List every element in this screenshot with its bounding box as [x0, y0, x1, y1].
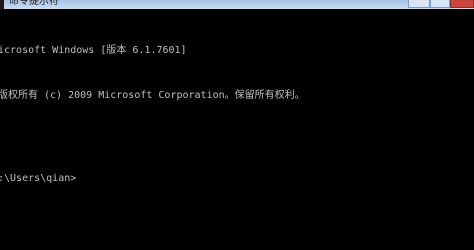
close-button[interactable] [450, 0, 474, 8]
minimize-button[interactable] [408, 0, 430, 8]
console-output[interactable]: icrosoft Windows [版本 6.1.7601] 版权所有 (c) … [0, 13, 474, 216]
maximize-button[interactable] [430, 0, 450, 8]
title-bar[interactable]: 命令提示符 [0, 0, 474, 9]
version-line: icrosoft Windows [版本 6.1.7601] [0, 45, 187, 56]
copyright-line: 版权所有 (c) 2009 Microsoft Corporation。保留所有… [0, 90, 305, 101]
window-title: 命令提示符 [9, 0, 59, 7]
command-prompt-window: 命令提示符 icrosoft Windows [版本 6.1.7601] 版权所… [0, 0, 474, 250]
cmd-icon [0, 0, 4, 9]
command-prompt-line[interactable]: :\Users\qian> [0, 171, 474, 186]
